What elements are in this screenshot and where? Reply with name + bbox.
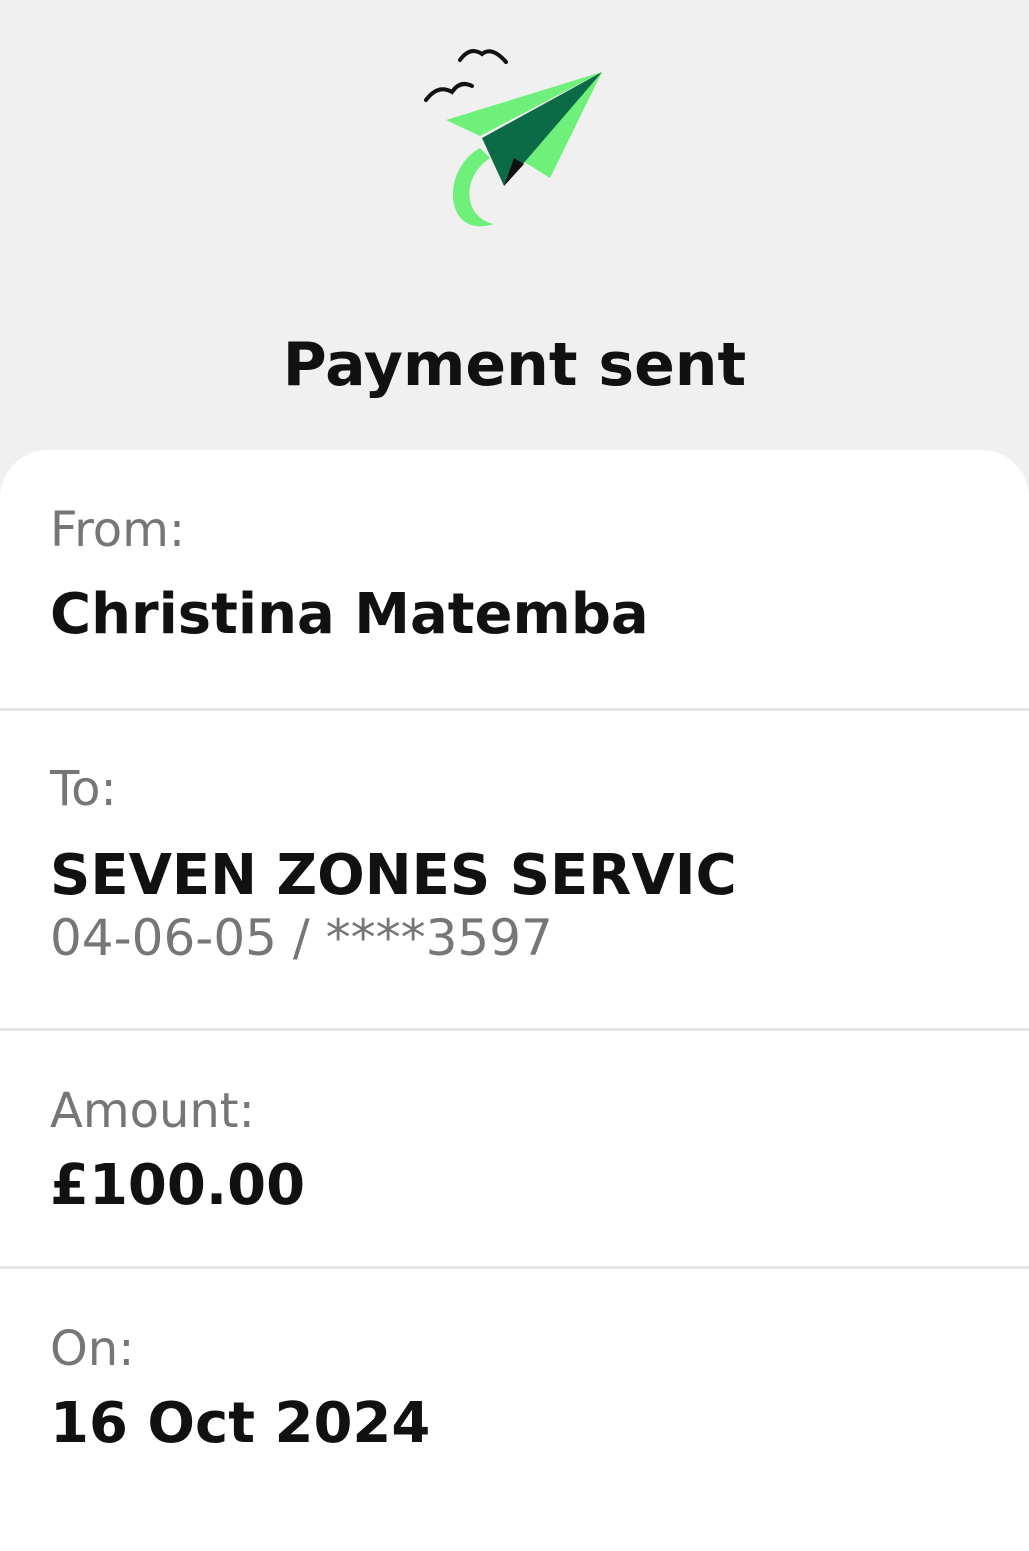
page-title: Payment sent: [282, 330, 747, 400]
header: Payment sent: [0, 0, 1029, 450]
to-label: To:: [50, 761, 117, 817]
to-value: SEVEN ZONES SERVIC: [50, 843, 737, 908]
to-row: To: SEVEN ZONES SERVIC 04-06-05 / ****35…: [0, 711, 1029, 1031]
amount-label: Amount:: [50, 1083, 255, 1139]
date-label: On:: [50, 1321, 135, 1377]
from-value: Christina Matemba: [50, 582, 649, 647]
paper-plane-birds-icon: [420, 40, 610, 235]
from-label: From:: [50, 502, 186, 558]
amount-row: Amount: £100.00: [0, 1031, 1029, 1269]
amount-value: £100.00: [50, 1153, 306, 1218]
to-account-number: 04-06-05 / ****3597: [50, 909, 553, 967]
date-value: 16 Oct 2024: [50, 1391, 431, 1456]
payment-details-card: From: Christina Matemba To: SEVEN ZONES …: [0, 450, 1029, 1551]
from-row: From: Christina Matemba: [0, 450, 1029, 711]
date-row: On: 16 Oct 2024: [0, 1269, 1029, 1551]
